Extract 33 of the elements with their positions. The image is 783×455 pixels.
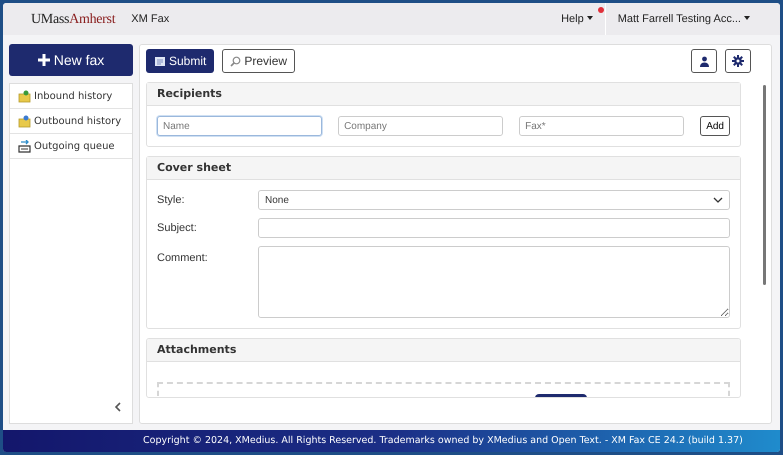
folder-icon — [18, 114, 31, 128]
tray-icon — [18, 140, 31, 152]
new-fax-button[interactable]: New fax — [9, 44, 133, 76]
recipient-field[interactable]: Company — [338, 116, 504, 136]
recipient-field[interactable]: Fax* — [519, 116, 684, 136]
field-label: Comment: — [157, 251, 209, 266]
panel-title: Cover sheet — [147, 157, 740, 180]
plus-icon — [38, 54, 50, 66]
person-icon — [698, 56, 710, 66]
help-menu[interactable]: Help — [551, 10, 603, 28]
panel-title: Attachments — [147, 339, 740, 362]
copyright-footer: Copyright © 2024, XMedius. All Rights Reserved. Trademarks owned by XMedius and Open Text. - XM Fax CE 24.2 (build 1.37) — [3, 430, 780, 452]
style-select[interactable]: None — [258, 190, 730, 210]
app-name: XM Fax — [131, 12, 170, 27]
panel-title: Recipients — [147, 83, 740, 106]
subject-field[interactable] — [258, 218, 730, 238]
field-label: Style: — [157, 192, 186, 208]
document-icon — [154, 56, 166, 66]
account-menu[interactable]: Matt Farrell Testing Acc... — [608, 10, 760, 28]
contacts-button[interactable] — [691, 49, 717, 73]
settings-icon — [732, 55, 744, 67]
chevron-down-icon — [713, 197, 723, 203]
scrollbar-thumb[interactable] — [762, 85, 766, 285]
folder-icon — [18, 90, 31, 102]
submit-button[interactable]: Submit — [146, 49, 214, 73]
field-label: Subject: — [157, 220, 198, 236]
recipient-field[interactable]: Name — [157, 116, 322, 136]
comment-field[interactable] — [258, 246, 730, 318]
search-icon — [230, 56, 242, 66]
umass-logo: UMassAmherst — [31, 10, 116, 28]
add-button[interactable]: Add — [700, 116, 730, 136]
settings-button[interactable] — [725, 49, 751, 73]
preview-button[interactable]: Preview — [222, 49, 296, 73]
